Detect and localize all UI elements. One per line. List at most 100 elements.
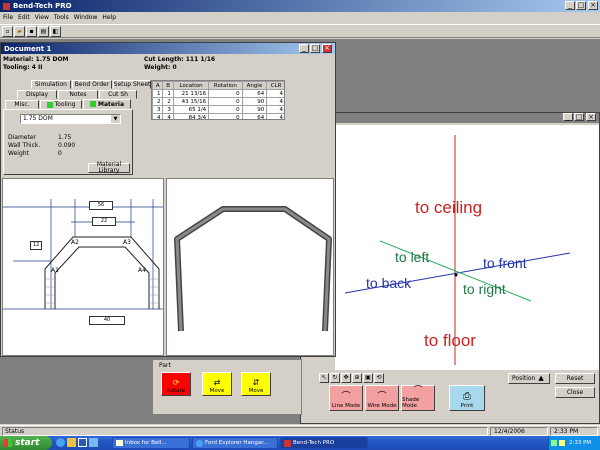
viewport-maximize-button[interactable]: □ bbox=[574, 113, 584, 121]
desktop-icon[interactable] bbox=[89, 438, 98, 447]
bend-table-header-cell[interactable]: Location bbox=[172, 81, 210, 90]
print-icon[interactable]: ▤ bbox=[38, 26, 49, 37]
material-check-icon bbox=[89, 101, 96, 107]
app-title-bar[interactable]: Bend-Tech PRO bbox=[0, 0, 600, 12]
material-library-button[interactable]: Material Library bbox=[88, 162, 130, 174]
position-button[interactable]: Position ▲ bbox=[508, 373, 550, 384]
viewport-close-label: Close bbox=[566, 388, 584, 396]
taskbar-item-inbox[interactable]: Inbox for Bell... bbox=[112, 437, 190, 449]
tab-notes[interactable]: Notes bbox=[58, 90, 98, 99]
tab-bend-order[interactable]: Bend Order bbox=[72, 80, 112, 89]
maximize-button[interactable]: □ bbox=[576, 1, 586, 10]
table-cell: 84 3/4 bbox=[172, 113, 210, 119]
document-title-bar[interactable]: Document 1 bbox=[1, 43, 335, 54]
tab-cut-sheet[interactable]: Cut Sh bbox=[99, 90, 137, 99]
ie-icon[interactable] bbox=[56, 438, 65, 447]
table-cell: 0 bbox=[208, 113, 243, 119]
tab-display[interactable]: Display bbox=[17, 90, 57, 99]
bend-table-header-cell[interactable]: Rotation bbox=[208, 81, 243, 90]
table-row[interactable]: 3 3 65 1/4 0 90 4 bbox=[152, 105, 284, 114]
status-date: 12/4/2006 bbox=[490, 427, 548, 436]
taskbar-item-bendtech[interactable]: Bend-Tech PRO bbox=[280, 437, 368, 449]
reset-rotation-icon[interactable]: ⟲ bbox=[374, 373, 384, 383]
to-back-label: to back bbox=[366, 275, 412, 291]
table-cell: 64 bbox=[241, 89, 268, 98]
label-a3: A3 bbox=[123, 239, 131, 246]
move-part-button[interactable]: ⇄ Move bbox=[202, 372, 232, 396]
tray-icon-network[interactable] bbox=[551, 440, 557, 446]
new-file-icon[interactable]: ▫ bbox=[2, 26, 13, 37]
bend-table-header-cell[interactable]: B bbox=[162, 81, 174, 90]
top-inner-dimension: 22 bbox=[92, 217, 116, 226]
shade-mode-icon: ⌒ bbox=[413, 386, 423, 396]
save-icon[interactable]: ▪ bbox=[26, 26, 37, 37]
table-cell: 4 bbox=[266, 97, 284, 106]
close-button[interactable]: × bbox=[588, 1, 598, 10]
start-button[interactable]: start bbox=[0, 436, 52, 450]
menu-help[interactable]: Help bbox=[102, 13, 116, 23]
zoom-fit-icon[interactable]: ▣ bbox=[363, 373, 373, 383]
system-tray: 2:33 PM bbox=[548, 436, 600, 450]
chevron-down-icon[interactable]: ▼ bbox=[111, 115, 120, 123]
taskbar-item-bendtech-label: Bend-Tech PRO bbox=[293, 440, 335, 446]
toolbar: ▫ ▰ ▪ ▤ ◧ bbox=[0, 24, 600, 38]
menu-edit[interactable]: Edit bbox=[18, 13, 30, 23]
tab-material-label: Materia bbox=[97, 100, 125, 108]
viewport-close-button[interactable]: × bbox=[586, 113, 596, 121]
rotate-part-button[interactable]: ⟳ Rotate bbox=[161, 372, 191, 396]
shade-mode-button[interactable]: ⌒ Shade Mode bbox=[401, 385, 435, 411]
reset-button[interactable]: Reset bbox=[555, 373, 595, 384]
tube-preview-pane[interactable] bbox=[166, 178, 334, 356]
menu-file[interactable]: File bbox=[3, 13, 13, 23]
minimize-button[interactable]: _ bbox=[565, 1, 575, 10]
menu-view[interactable]: View bbox=[35, 13, 49, 23]
tab-misc[interactable]: Misc. bbox=[5, 100, 39, 109]
menu-tools[interactable]: Tools bbox=[54, 13, 69, 23]
table-cell: 21 13/16 bbox=[172, 89, 210, 98]
tray-icon-volume[interactable] bbox=[559, 440, 565, 446]
tab-tooling-label: Tooling bbox=[54, 101, 76, 108]
taskbar-clock: 2:33 PM bbox=[569, 440, 592, 446]
viewport-title-bar[interactable] bbox=[301, 113, 599, 123]
bend-table-header-cell[interactable]: Angle bbox=[241, 81, 268, 90]
print-button[interactable]: ⎙ Print bbox=[449, 385, 485, 411]
outlook-icon[interactable] bbox=[67, 438, 76, 447]
word-icon[interactable] bbox=[78, 438, 87, 447]
wall-thick-label: Wall Thick. bbox=[8, 142, 41, 149]
menu-window[interactable]: Window bbox=[74, 13, 98, 23]
doc-close-button[interactable]: × bbox=[322, 44, 332, 53]
bend-table-header-cell[interactable]: CLR bbox=[266, 81, 284, 90]
material-select[interactable]: 1.75 DOM ▼ bbox=[20, 114, 121, 124]
zoom-view-icon[interactable]: ⊕ bbox=[352, 373, 362, 383]
tab-setup-sheet[interactable]: Setup Sheet bbox=[113, 80, 151, 89]
doc-minimize-button[interactable]: _ bbox=[299, 44, 309, 53]
bend-table-header-cell[interactable]: A bbox=[152, 81, 164, 90]
table-cell: 65 1/4 bbox=[172, 105, 210, 114]
doc-maximize-button[interactable]: □ bbox=[310, 44, 320, 53]
viewport-close-btn[interactable]: Close bbox=[555, 387, 595, 398]
pan-view-icon[interactable]: ✥ bbox=[341, 373, 351, 383]
table-row[interactable]: 4 4 84 3/4 0 64 4 bbox=[152, 113, 284, 119]
tab-tooling[interactable]: Tooling bbox=[40, 100, 82, 109]
open-folder-icon[interactable]: ▰ bbox=[14, 26, 25, 37]
table-cell: 1 bbox=[162, 89, 174, 98]
table-cell: 4 bbox=[266, 89, 284, 98]
viewport-canvas[interactable]: to ceiling to left to front to back to r… bbox=[335, 125, 599, 370]
table-cell: 2 bbox=[152, 97, 164, 106]
mail-icon bbox=[116, 440, 123, 446]
move-part-button-2[interactable]: ⇵ Move bbox=[241, 372, 271, 396]
viewport-minimize-button[interactable]: _ bbox=[563, 113, 573, 121]
table-row[interactable]: 2 2 43 15/16 0 90 4 bbox=[152, 97, 284, 106]
rotate-view-icon[interactable]: ↻ bbox=[330, 373, 340, 383]
status-text: Status bbox=[2, 427, 488, 436]
taskbar-item-ford[interactable]: Ford Explorer Hangar... bbox=[192, 437, 278, 449]
export-icon[interactable]: ◧ bbox=[50, 26, 61, 37]
tab-simulation[interactable]: Simulation bbox=[31, 80, 71, 89]
tab-display-label: Display bbox=[25, 91, 49, 98]
select-tool-icon[interactable]: ↖ bbox=[319, 373, 329, 383]
table-row[interactable]: 1 1 21 13/16 0 64 4 bbox=[152, 89, 284, 98]
tab-material[interactable]: Materia bbox=[83, 99, 131, 109]
line-mode-button[interactable]: ⌒ Line Mode bbox=[329, 385, 363, 411]
wire-mode-button[interactable]: ⌒ Wire Mode bbox=[365, 385, 399, 411]
flat-drawing-pane[interactable]: 56 22 12 40 A1 A2 A3 A4 bbox=[2, 178, 164, 356]
